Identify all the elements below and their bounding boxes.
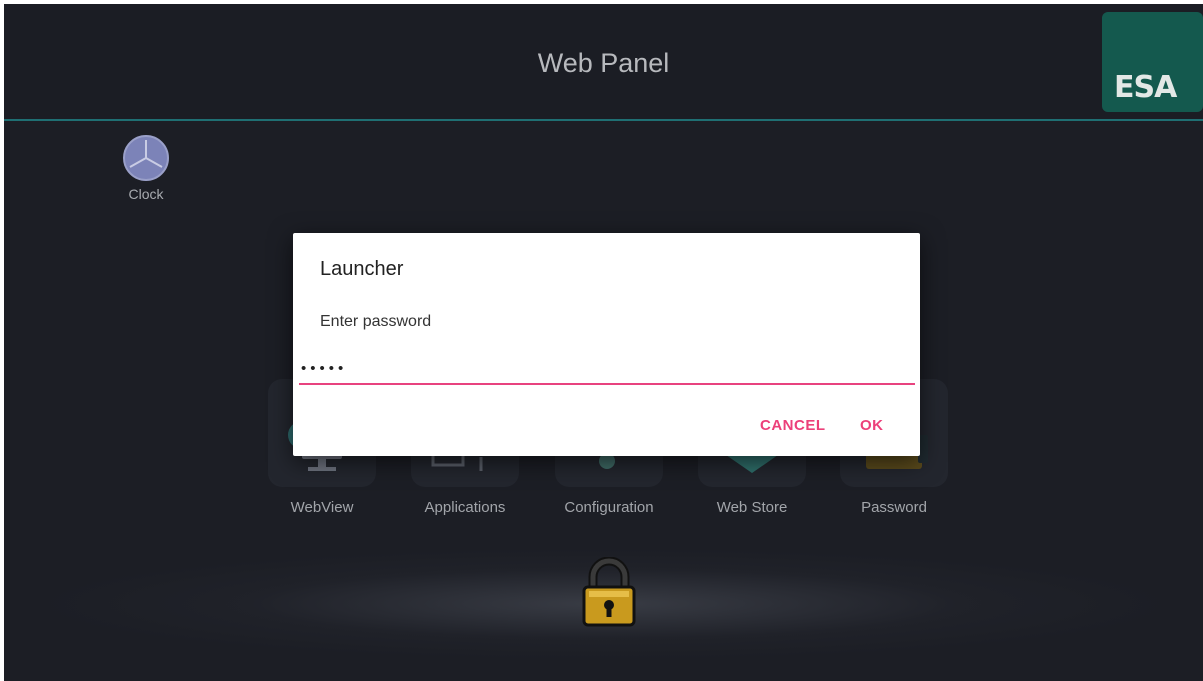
- logo-text: ESA: [1114, 70, 1177, 105]
- clock-icon: [123, 135, 169, 181]
- clock-widget[interactable]: Clock: [116, 134, 176, 202]
- dialog-title: Launcher: [320, 258, 404, 280]
- password-input[interactable]: [299, 353, 915, 385]
- screen: Web Panel ESA Clock WebView Applications…: [4, 4, 1203, 681]
- dialog-message: Enter password: [320, 313, 432, 330]
- app-label: Web Store: [716, 499, 788, 516]
- cancel-button[interactable]: CANCEL: [760, 417, 826, 434]
- page-title: Web Panel: [537, 48, 670, 78]
- app-label: WebView: [290, 499, 354, 516]
- app-label: Applications: [424, 499, 506, 516]
- header-bar: Web Panel ESA: [4, 4, 1203, 120]
- clock-label: Clock: [128, 186, 164, 202]
- header-divider: [4, 119, 1203, 121]
- ok-button[interactable]: OK: [860, 417, 884, 434]
- password-dialog: Launcher Enter password CANCEL OK: [293, 233, 920, 456]
- padlock-icon[interactable]: [581, 556, 637, 634]
- esa-logo[interactable]: ESA: [1102, 12, 1203, 112]
- app-label: Configuration: [564, 499, 654, 516]
- app-label: Password: [861, 499, 927, 516]
